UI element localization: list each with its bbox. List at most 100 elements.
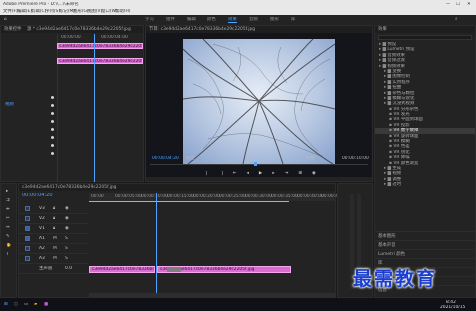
keyframe-toggle-7[interactable] bbox=[51, 144, 54, 147]
side-panel-tab[interactable]: Lumetri 颜色 bbox=[375, 249, 475, 258]
quality-dropdown[interactable]: 完整 bbox=[306, 156, 315, 161]
workspace-tab-graphics[interactable]: 图形 bbox=[270, 17, 279, 23]
workspace-tab-libraries[interactable]: 库 bbox=[291, 17, 295, 23]
lock-icon[interactable]: 🔒︎ bbox=[53, 226, 55, 231]
lift-icon[interactable]: ⊞ bbox=[298, 171, 302, 177]
track-a2: A2 M S bbox=[19, 244, 89, 254]
program-video-frame[interactable] bbox=[183, 39, 335, 164]
track-target-toggle[interactable] bbox=[25, 216, 30, 221]
track-target-toggle[interactable] bbox=[25, 236, 30, 241]
ripple-edit-icon[interactable]: ⇹ bbox=[6, 207, 10, 212]
minimize-button[interactable]: — bbox=[446, 2, 450, 7]
menu-file[interactable]: 文件(F) bbox=[3, 9, 18, 14]
menu-clip[interactable]: 剪辑(C) bbox=[31, 9, 46, 14]
eye-icon[interactable]: ◉ bbox=[65, 206, 69, 211]
menu-edit[interactable]: 编辑(E) bbox=[17, 9, 32, 14]
fit-dropdown[interactable]: 适合 bbox=[186, 156, 195, 161]
step-back-icon[interactable]: ◂ bbox=[247, 171, 249, 177]
go-to-out-icon[interactable]: ⇥ bbox=[285, 171, 289, 177]
timeline-timecode[interactable]: 00:00:04:20 bbox=[22, 193, 53, 198]
solo-button[interactable]: S bbox=[65, 246, 68, 251]
play-icon[interactable]: ▶ bbox=[259, 171, 262, 177]
eye-icon[interactable]: ◉ bbox=[65, 226, 69, 231]
ec-clip-bar-secondary[interactable]: c3e94d2ae6417c0e78336b4e29c2205f.jpg bbox=[57, 58, 143, 64]
type-tool-icon[interactable]: T bbox=[6, 252, 9, 257]
program-playhead[interactable] bbox=[254, 162, 257, 166]
side-panel-tab[interactable]: 基本图形 bbox=[375, 231, 475, 240]
hand-tool-icon[interactable]: ✋ bbox=[6, 243, 11, 248]
program-scrubber[interactable] bbox=[150, 164, 368, 165]
export-frame-icon[interactable]: ◉ bbox=[312, 171, 316, 177]
keyframe-toggle-2[interactable] bbox=[51, 104, 54, 107]
razor-tool-icon[interactable]: ✂ bbox=[6, 216, 10, 221]
ec-timecode-start: 00:00:00 bbox=[61, 35, 81, 40]
search-icon[interactable]: ⌕ bbox=[455, 17, 457, 22]
eye-icon[interactable]: ◉ bbox=[65, 216, 69, 221]
workspace-tab-assembly[interactable]: 组件 bbox=[166, 17, 175, 23]
ec-playhead[interactable] bbox=[94, 34, 95, 182]
keyframe-toggle-3[interactable] bbox=[51, 112, 54, 115]
taskbar-search-icon[interactable]: ○ bbox=[14, 302, 18, 307]
track-target-toggle[interactable] bbox=[25, 256, 30, 261]
explorer-icon[interactable]: ▰ bbox=[34, 302, 37, 307]
effects-tree-label: VR 锐化 bbox=[393, 149, 410, 155]
mute-button[interactable]: M bbox=[53, 256, 57, 261]
track-target-toggle[interactable] bbox=[25, 206, 30, 211]
track-v2: V2 🔒︎ ◉ bbox=[19, 214, 89, 224]
workspace-tab-effects[interactable]: 效果 bbox=[228, 17, 237, 23]
program-timecode[interactable]: 00:00:04:20 bbox=[152, 156, 179, 161]
maximize-button[interactable]: ☐ bbox=[456, 2, 460, 7]
effects-tree-item[interactable]: ▸ ▆ 过时 bbox=[375, 182, 475, 187]
transition-marker[interactable] bbox=[167, 267, 181, 272]
timeline-scrollbar[interactable] bbox=[89, 293, 335, 297]
keyframe-toggle-1[interactable] bbox=[51, 96, 54, 99]
slip-tool-icon[interactable]: ↔ bbox=[6, 225, 10, 230]
lock-icon[interactable]: 🔒︎ bbox=[53, 206, 55, 211]
mark-out-icon[interactable]: ▕ bbox=[219, 171, 222, 177]
mute-button[interactable]: M bbox=[53, 236, 57, 241]
keyframe-toggle-5[interactable] bbox=[51, 128, 54, 131]
menu-help[interactable]: 帮助(H) bbox=[115, 9, 131, 14]
solo-button[interactable]: S bbox=[65, 236, 68, 241]
keyframe-toggle-8[interactable] bbox=[51, 152, 54, 155]
timeline-clip-v1[interactable]: c3e94d2ae6417c0e78336b4e29c2205f.jpg bbox=[89, 266, 155, 273]
ruler-tick-3: 00:00:15:00 bbox=[167, 194, 194, 199]
timeline-header[interactable]: c3e94d2ae6417c0e78336b4e29c2205f.jpg bbox=[19, 184, 335, 191]
solo-button[interactable]: S bbox=[65, 256, 68, 261]
effect-controls-title[interactable]: 效果控件 bbox=[4, 27, 22, 32]
track-select-icon[interactable]: ⇉ bbox=[6, 198, 10, 203]
mute-button[interactable]: M bbox=[53, 246, 57, 251]
program-header[interactable]: 节目: c3e94d2ae6417c0e78336b4e29c2205f.jpg bbox=[146, 26, 372, 33]
track-target-toggle[interactable] bbox=[25, 226, 30, 231]
work-area-bar[interactable] bbox=[89, 201, 289, 202]
workspace-tab-learn[interactable]: 学习 bbox=[145, 17, 154, 23]
source-clip-name: 源 * c3e94d2ae6417c0e78336b4e29c2205f.jpg bbox=[26, 27, 131, 32]
task-view-icon[interactable]: ▭ bbox=[24, 302, 28, 307]
menu-view[interactable]: 视图(V) bbox=[87, 9, 102, 14]
go-to-in-icon[interactable]: ⇤ bbox=[233, 171, 237, 177]
step-forward-icon[interactable]: ▸ bbox=[272, 171, 274, 177]
lock-icon[interactable]: 🔒︎ bbox=[53, 216, 55, 221]
workspace-tab-color[interactable]: 颜色 bbox=[207, 17, 216, 23]
close-button[interactable]: ✕ bbox=[467, 2, 471, 7]
timeline-playhead[interactable] bbox=[156, 193, 157, 293]
mark-in-icon[interactable]: ▏ bbox=[206, 171, 209, 177]
effects-header[interactable]: 效果 bbox=[375, 26, 475, 33]
side-panel-tab[interactable]: 基本声音 bbox=[375, 240, 475, 249]
menu-sequence[interactable]: 序列(S) bbox=[45, 9, 60, 14]
effects-search-input[interactable] bbox=[378, 35, 472, 40]
start-icon[interactable]: ⊞ bbox=[4, 302, 8, 307]
track-target-toggle[interactable] bbox=[25, 246, 30, 251]
ec-clip-bar[interactable]: c3e94d2ae6417c0e78336b4e29c2205f.jpg bbox=[57, 43, 143, 49]
home-icon[interactable]: ⌂ bbox=[4, 17, 7, 22]
selection-tool-icon[interactable]: ▸ bbox=[6, 189, 8, 194]
workspace-tab-editing[interactable]: 编辑 bbox=[187, 17, 196, 23]
ruler-tick-6: 00:00:30:00 bbox=[245, 194, 272, 199]
keyframe-toggle-6[interactable] bbox=[51, 136, 54, 139]
workspace-tab-audio[interactable]: 音频 bbox=[249, 17, 258, 23]
master-volume-value[interactable]: 0.0 bbox=[65, 266, 72, 271]
keyframe-toggle-4[interactable] bbox=[51, 120, 54, 123]
pen-tool-icon[interactable]: ✎ bbox=[6, 234, 10, 239]
premiere-icon[interactable]: ■ bbox=[44, 302, 48, 307]
clock-date[interactable]: 2021/10/15 bbox=[440, 305, 465, 310]
